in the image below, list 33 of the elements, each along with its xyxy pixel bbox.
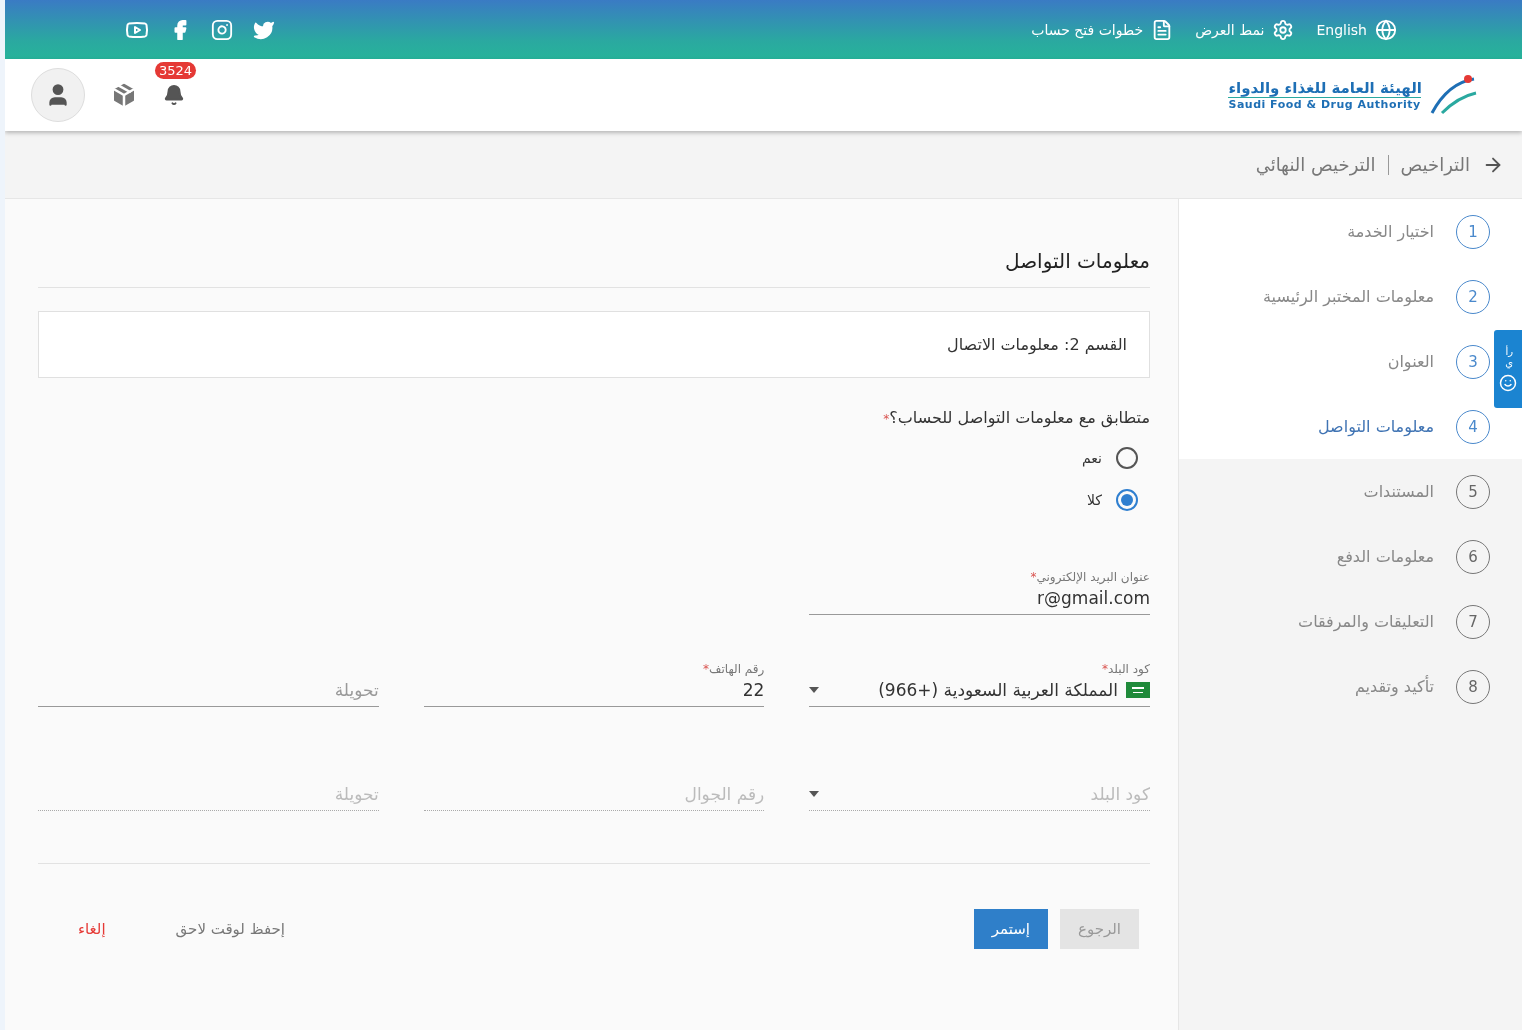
field-label: رقم الهاتف* xyxy=(702,662,765,676)
signup-steps-link[interactable]: خطوات فتح حساب xyxy=(1031,18,1174,41)
question-label: متطابق مع معلومات التواصل للحساب؟* xyxy=(882,408,1150,427)
input-field[interactable]: r@gmail.com xyxy=(809,588,1150,608)
form-title: معلومات التواصل xyxy=(38,249,1150,288)
back-button[interactable]: الرجوع xyxy=(1060,909,1139,949)
bell-icon[interactable] xyxy=(163,84,185,106)
user-avatar[interactable] xyxy=(31,68,85,122)
logo-text: الهيئة العامة للغذاء والدواء xyxy=(1228,79,1422,97)
field-label: عنوان البريد الإلكتروني* xyxy=(1029,570,1150,584)
breadcrumb-item[interactable]: التراخيص xyxy=(1400,154,1470,175)
section-header: القسم 2: معلومات الاتصال xyxy=(38,311,1150,378)
field-label: كود البلد* xyxy=(1101,662,1150,676)
language-link[interactable]: English xyxy=(1316,18,1397,41)
instagram-icon[interactable] xyxy=(211,18,233,41)
cancel-button[interactable]: إلغاء xyxy=(78,920,106,938)
logo-text: Saudi Food & Drug Authority xyxy=(1228,97,1421,111)
flag-icon xyxy=(1126,682,1150,698)
smiley-icon xyxy=(1499,374,1517,392)
continue-button[interactable]: إستمر xyxy=(973,909,1048,949)
caret-icon[interactable] xyxy=(809,687,820,693)
breadcrumb-item: الترخيص النهائي xyxy=(1255,154,1376,175)
input-field[interactable]: 22 xyxy=(423,680,765,700)
globe-icon xyxy=(1375,18,1397,41)
select-field[interactable]: المملكة العربية السعودية (+966) xyxy=(827,680,1118,700)
radio-option[interactable]: نعم xyxy=(38,447,1138,469)
display-mode-link[interactable]: نمط العرض xyxy=(1195,18,1295,41)
radio-option[interactable]: كلا xyxy=(38,489,1138,511)
feedback-tab[interactable]: رأي xyxy=(1494,330,1522,408)
input-field[interactable]: تحويلة xyxy=(38,680,379,700)
notification-count: 3524 xyxy=(155,62,197,79)
save-later-button[interactable]: إحفظ لوقت لاحق xyxy=(175,920,285,938)
settings-icon xyxy=(1272,18,1295,41)
